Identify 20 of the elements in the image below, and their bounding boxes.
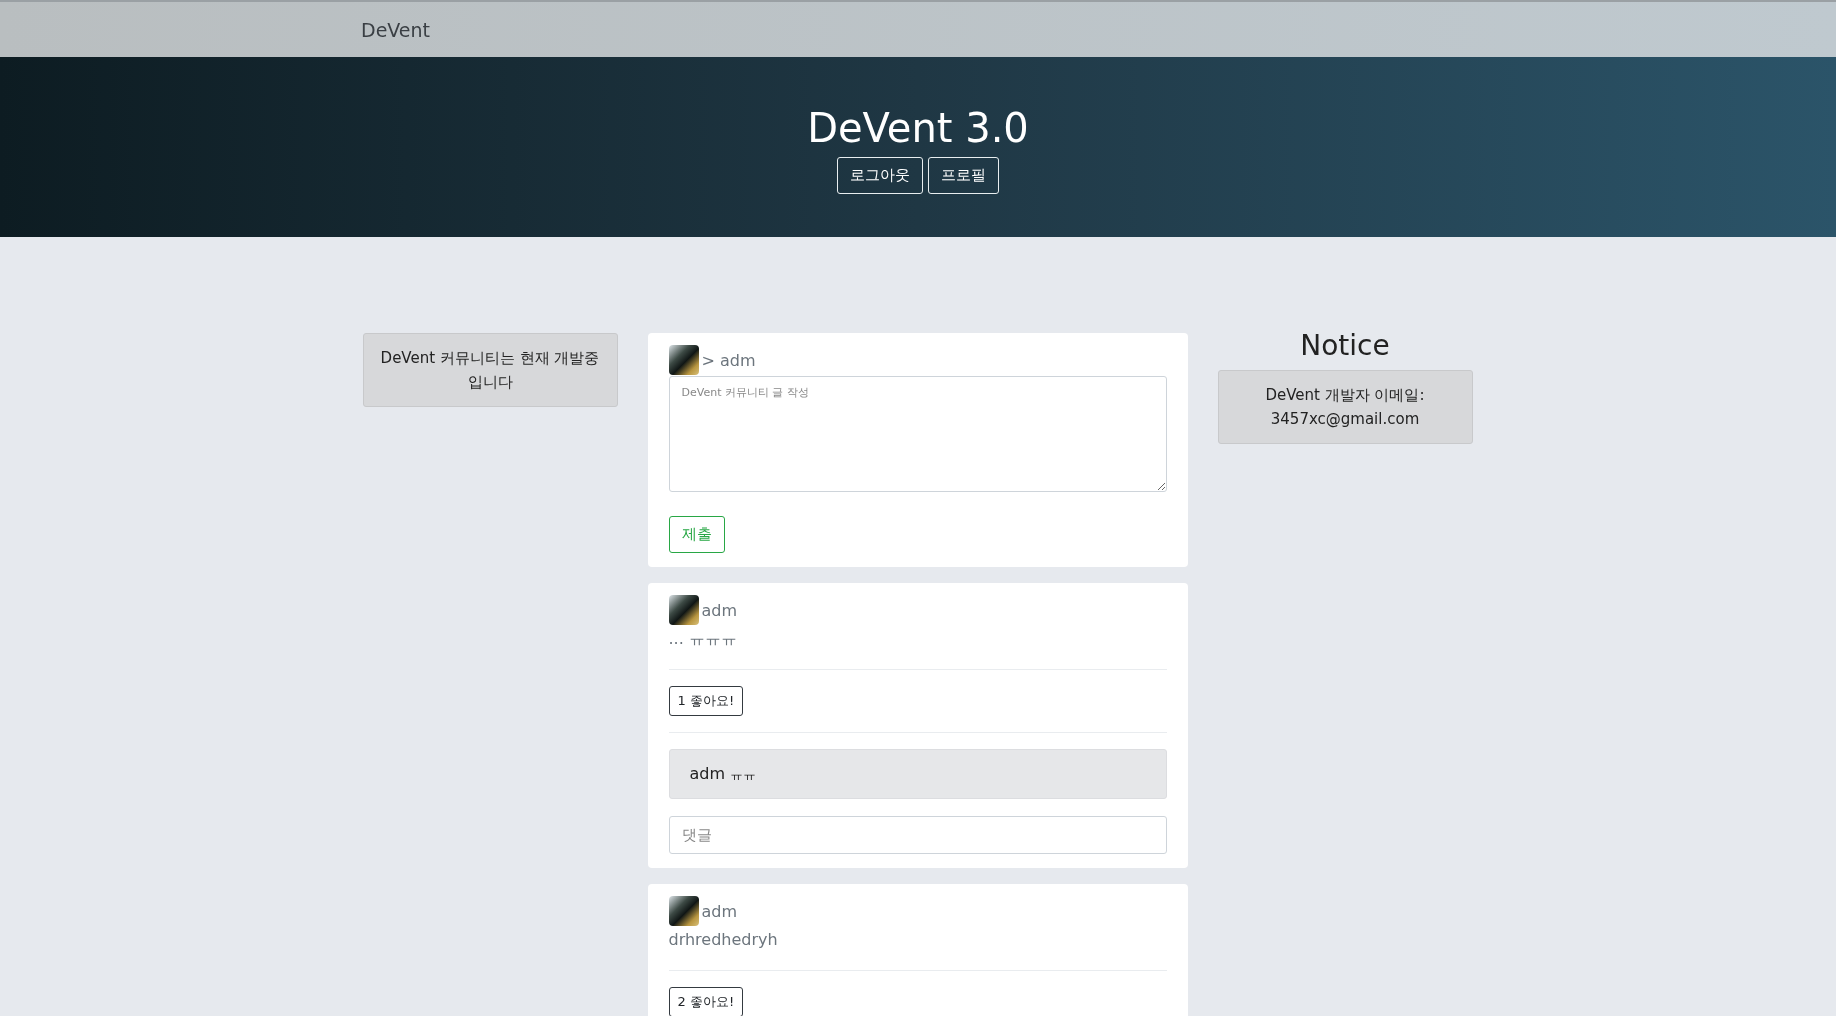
author-name: > adm [701,350,756,370]
notice-card: DeVent 개발자 이메일: 3457xc@gmail.com [1217,370,1473,444]
comment-text: adm ㅠㅠ [668,749,1167,799]
logout-button[interactable]: 로그아웃 [837,156,923,194]
profile-button[interactable]: 프로필 [928,156,999,194]
post-text: ... ㅠㅠㅠ [668,629,738,650]
notice-card: DeVent 커뮤니티는 현재 개발중 입니다 [362,333,618,407]
hero-title: DeVent 3.0 [807,104,1029,151]
like-button[interactable]: 2 좋아요! [668,987,744,1016]
notice-title: Notice [1299,329,1391,362]
avatar-photo-placeholder [668,345,699,375]
comment-input-field[interactable]: 댓글 [668,816,1167,854]
post-text: drhredhedryh [668,930,779,951]
post-input-field[interactable]: DeVent 커뮤니티 글 작성 [668,376,1167,492]
like-button[interactable]: 1 좋아요! [668,686,744,716]
avatar-photo-placeholder [668,595,699,625]
navbar-brand[interactable]: DeVent [361,18,431,41]
author-name: adm [701,600,738,620]
avatar-photo-placeholder [668,896,699,926]
author-name: adm [701,901,738,921]
